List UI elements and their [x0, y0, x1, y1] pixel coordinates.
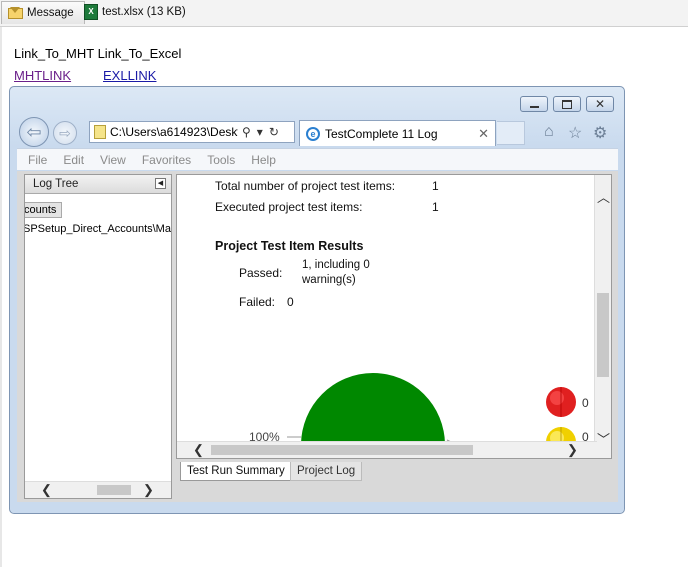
- tab-test-run-summary-label: Test Run Summary: [187, 465, 285, 477]
- settings-gear-icon[interactable]: ⚙: [593, 123, 607, 143]
- message-tab[interactable]: Message: [1, 1, 85, 24]
- log-tree-panel: Log Tree ◀ counts SPSetup_Direct_Account…: [24, 174, 172, 499]
- home-icon[interactable]: ⌂: [544, 123, 554, 141]
- mht-link[interactable]: MHTLINK: [14, 68, 71, 83]
- tab-close-icon[interactable]: ✕: [478, 126, 489, 142]
- envelope-icon: [8, 6, 23, 19]
- left-gutter: [0, 27, 2, 567]
- log-tree-title: Log Tree: [33, 178, 79, 190]
- address-text[interactable]: C:\Users\a614923\Deskt: [110, 125, 238, 139]
- scroll-left-icon[interactable]: ❮: [41, 482, 52, 498]
- excel-file-icon: X: [84, 4, 98, 20]
- close-window-button[interactable]: ✕: [586, 96, 614, 112]
- report-hscroll-thumb[interactable]: [211, 445, 473, 455]
- minimize-button[interactable]: [520, 96, 548, 112]
- legend-red-pie-icon: [546, 387, 576, 417]
- menu-view[interactable]: View: [100, 153, 126, 167]
- tab-project-log[interactable]: Project Log: [290, 462, 363, 481]
- dropdown-icon[interactable]: ▾: [257, 125, 263, 139]
- attachment-file-label: test.xlsx (13 KB): [102, 6, 186, 18]
- collapse-panel-button[interactable]: ◀: [155, 178, 166, 189]
- report-tab-strip: Test Run Summary Project Log: [176, 462, 612, 484]
- report-horizontal-scrollbar[interactable]: ❮ ❯: [177, 441, 597, 458]
- report-vscroll-thumb[interactable]: [597, 293, 609, 377]
- menu-help[interactable]: Help: [251, 153, 276, 167]
- results-pie-chart: [287, 373, 576, 443]
- report-vertical-scrollbar[interactable]: ︿ ﹀: [594, 175, 611, 458]
- log-tree-header: Log Tree ◀: [25, 175, 171, 194]
- tree-horizontal-scrollbar[interactable]: ❮ ❯: [25, 481, 171, 498]
- report-panel: Total number of project test items: 1 Ex…: [176, 174, 612, 459]
- attachment-bar: Message X test.xlsx (13 KB): [0, 0, 688, 27]
- attachment-file-tab[interactable]: X test.xlsx (13 KB): [78, 1, 192, 23]
- minimize-icon: [529, 105, 539, 108]
- maximize-button[interactable]: [553, 96, 581, 112]
- legend-red-value: 0: [582, 396, 589, 410]
- tab-project-log-label: Project Log: [297, 465, 356, 477]
- hscroll-right-icon[interactable]: ❯: [567, 442, 578, 458]
- arrow-right-icon: ⇨: [59, 124, 71, 141]
- scroll-right-icon[interactable]: ❯: [143, 482, 154, 498]
- browser-window: ✕ ⇦ ⇨ C:\Users\a614923\Deskt ⚲ ▾ ↻ e Tes…: [9, 86, 625, 514]
- browser-tab[interactable]: e TestComplete 11 Log ✕: [299, 120, 496, 146]
- maximize-icon: [562, 99, 572, 109]
- menu-tools[interactable]: Tools: [207, 153, 235, 167]
- excel-link[interactable]: EXLLINK: [103, 68, 156, 83]
- arrow-left-icon: ⇦: [26, 121, 42, 142]
- menu-edit[interactable]: Edit: [63, 153, 84, 167]
- menu-favorites[interactable]: Favorites: [142, 153, 191, 167]
- message-tab-label: Message: [27, 7, 74, 19]
- browser-tab-title: TestComplete 11 Log: [325, 126, 438, 141]
- refresh-icon[interactable]: ↻: [269, 125, 279, 139]
- pie-slice-passed: [301, 373, 445, 443]
- menu-bar: File Edit View Favorites Tools Help: [17, 148, 618, 170]
- scroll-down-icon[interactable]: ﹀: [597, 429, 610, 448]
- tree-scroll-thumb[interactable]: [97, 485, 131, 495]
- page-icon: [94, 125, 106, 139]
- ie-logo-icon: e: [306, 126, 320, 141]
- search-icon[interactable]: ⚲: [242, 125, 251, 139]
- browser-content: Log Tree ◀ counts SPSetup_Direct_Account…: [17, 171, 618, 502]
- scroll-up-icon[interactable]: ︿: [597, 187, 610, 206]
- address-bar[interactable]: C:\Users\a614923\Deskt ⚲ ▾ ↻: [89, 121, 295, 143]
- new-tab-button[interactable]: [497, 121, 525, 145]
- hscroll-left-icon[interactable]: ❮: [193, 442, 204, 458]
- tree-node-child[interactable]: SPSetup_Direct_Accounts\Mai: [25, 223, 171, 235]
- menu-file[interactable]: File: [28, 153, 47, 167]
- tab-test-run-summary[interactable]: Test Run Summary: [180, 462, 292, 481]
- tree-node-root[interactable]: counts: [25, 202, 63, 218]
- close-icon: ✕: [594, 97, 606, 111]
- favorites-star-icon[interactable]: ☆: [568, 123, 582, 143]
- back-button[interactable]: ⇦: [19, 117, 49, 147]
- forward-button[interactable]: ⇨: [53, 121, 77, 145]
- links-title: Link_To_MHT Link_To_Excel: [14, 46, 182, 61]
